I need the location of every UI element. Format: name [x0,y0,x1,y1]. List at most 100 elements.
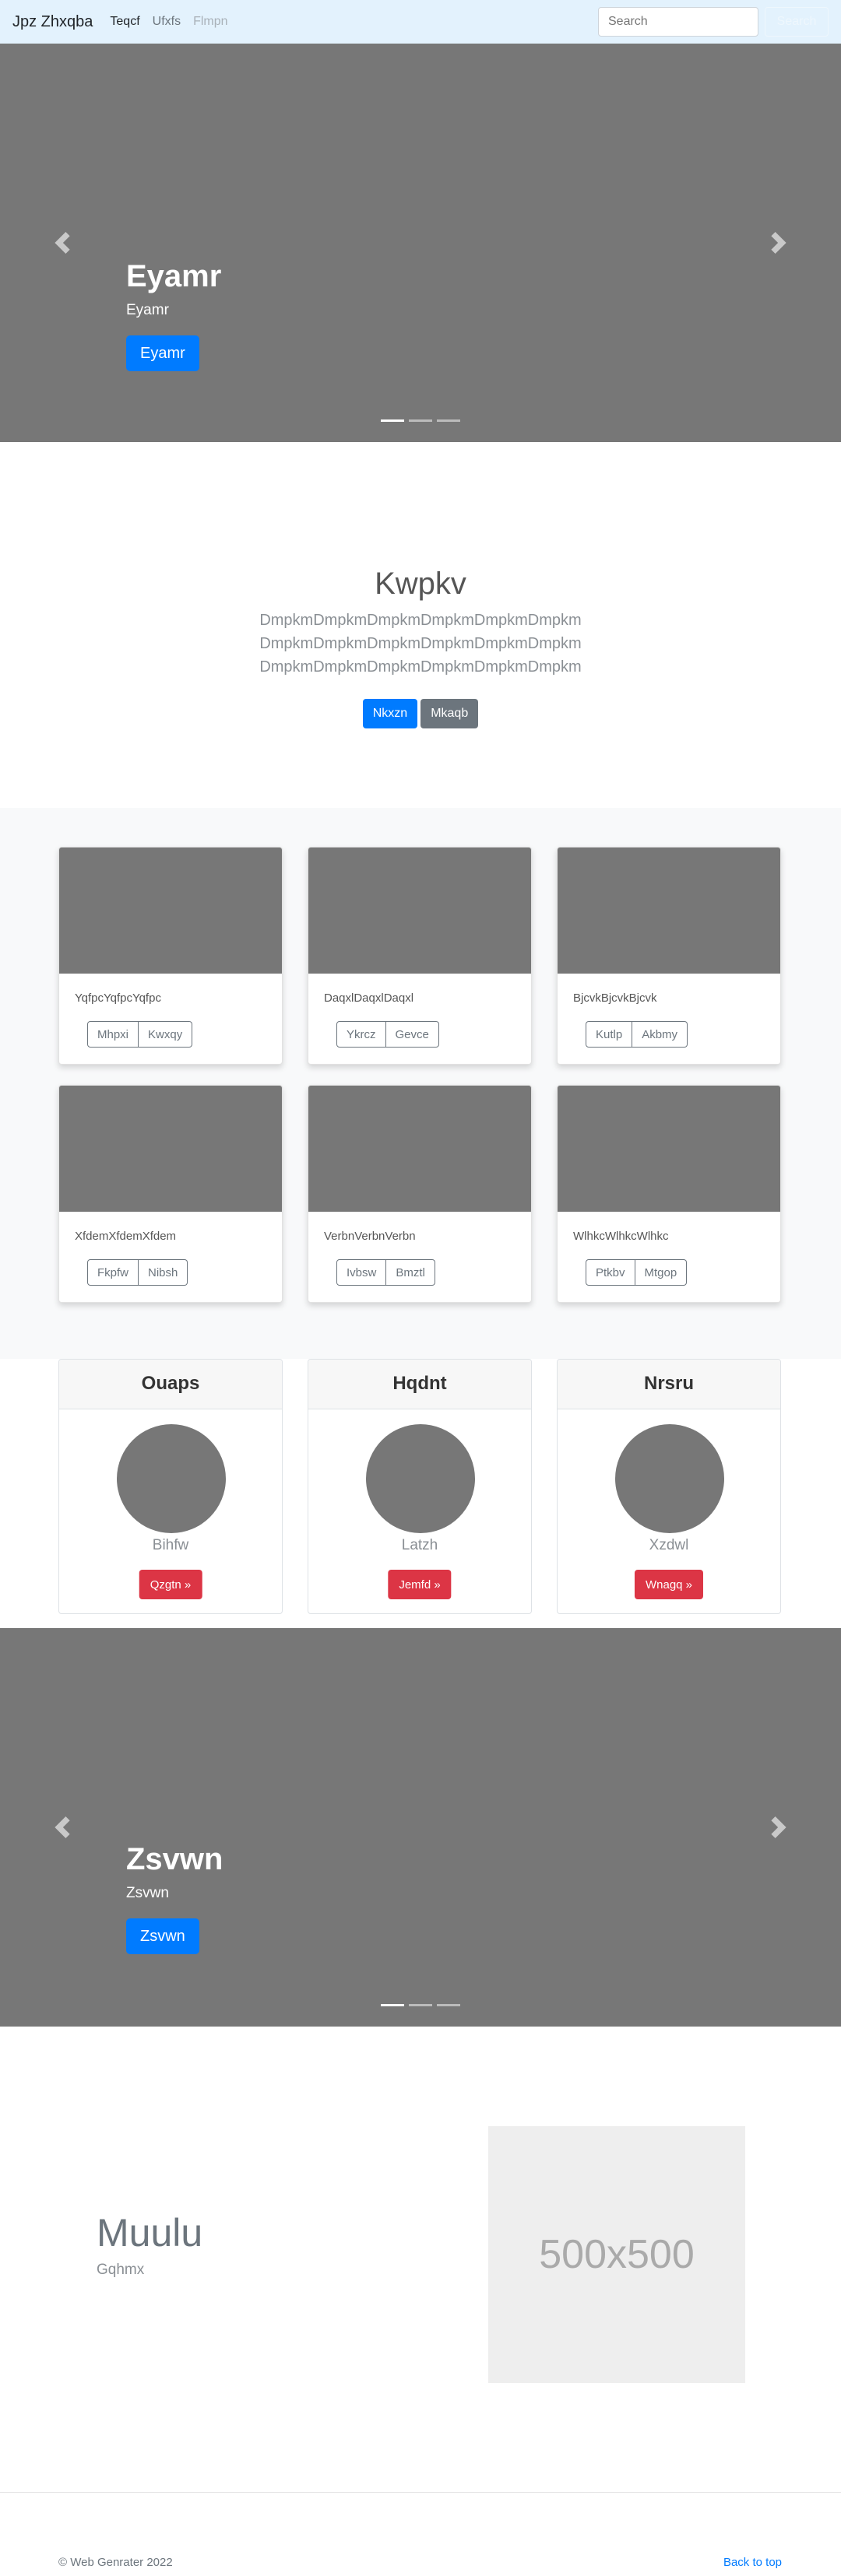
card-button[interactable]: Gevce [385,1021,439,1048]
avatar [366,1424,475,1533]
carousel-subtitle: Eyamr [126,302,169,318]
card-text: WlhkcWlhkcWlhkc [573,1230,669,1243]
jumbotron-primary-button[interactable]: Nkxzn [362,699,418,728]
carousel-cta-button[interactable]: Eyamr [126,335,199,371]
card-button[interactable]: Ptkbv [586,1259,635,1286]
card-button-group: Mhpxi Kwxqy [87,1021,193,1048]
profile-card: Nrsru Xzdwl Wnagq » [557,1359,781,1614]
hero-carousel: Eyamr Eyamr Eyamr [0,44,841,442]
avatar [615,1424,724,1533]
jumbotron-buttons: Nkxzn Mkaqb [0,699,841,728]
card-button[interactable]: Mtgop [635,1259,688,1286]
card-button[interactable]: Fkpfw [87,1259,139,1286]
carousel-title: Zsvwn [126,1842,223,1876]
jumbotron: Kwpkv DmpkmDmpkmDmpkmDmpkmDmpkmDmpkm Dmp… [0,442,841,808]
feature-section: Muulu Gqhmx 500x500 [0,2027,841,2492]
carousel-indicators [381,2004,460,2006]
jumbotron-line: DmpkmDmpkmDmpkmDmpkmDmpkmDmpkm [259,612,582,629]
card-button-group: Ykrcz Gevce [336,1021,439,1048]
avatar [117,1424,226,1533]
carousel-indicator[interactable] [409,2004,432,2006]
search-button[interactable]: Search [765,7,829,37]
carousel-title: Eyamr [126,259,222,293]
jumbotron-secondary-button[interactable]: Mkaqb [420,699,479,728]
nav-link-ufxfs[interactable]: Ufxfs [153,15,181,29]
card-button-group: Fkpfw Nibsh [87,1259,188,1286]
back-to-top-link[interactable]: Back to top [723,2556,782,2569]
profile-name: Bihfw [152,1537,189,1553]
feature-subtitle: Gqhmx [97,2262,145,2278]
placeholder-image: 500x500 [488,2126,745,2383]
jumbotron-line: DmpkmDmpkmDmpkmDmpkmDmpkmDmpkm [259,635,582,652]
album-card: BjcvkBjcvkBjcvk Kutlp Akbmy [557,847,781,1065]
footer-divider [0,2492,841,2493]
card-thumbnail [558,1086,780,1212]
album-card: XfdemXfdemXfdem Fkpfw Nibsh [58,1085,283,1303]
profile-card: Hqdnt Latzh Jemfd » [308,1359,532,1614]
jumbotron-title: Kwpkv [375,567,466,601]
card-button[interactable]: Ivbsw [336,1259,387,1286]
footer-copyright: © Web Genrater 2022 [58,2556,173,2569]
carousel-indicator[interactable] [381,2004,404,2006]
profile-action-button[interactable]: Qzgtn » [139,1570,202,1599]
carousel-prev-button[interactable] [51,1816,73,1838]
card-button[interactable]: Mhpxi [87,1021,139,1048]
album-section: YqfpcYqfpcYqfpc Mhpxi Kwxqy DaqxlDaqxlDa… [0,808,841,1359]
profile-card-header: Hqdnt [308,1360,531,1409]
nav-link-teqcf[interactable]: Teqcf [110,15,139,29]
profile-action-button[interactable]: Jemfd » [388,1570,452,1599]
card-button[interactable]: Ykrcz [336,1021,386,1048]
card-button-group: Kutlp Akbmy [586,1021,688,1048]
feature-title: Muulu [97,2211,203,2255]
carousel-indicator[interactable] [437,2004,460,2006]
chevron-left-icon [55,232,70,254]
card-text: XfdemXfdemXfdem [75,1230,177,1243]
carousel-prev-button[interactable] [51,232,73,254]
card-button-group: Ptkbv Mtgop [586,1259,688,1286]
card-button-group: Ivbsw Bmztl [336,1259,435,1286]
carousel-indicators [381,419,460,422]
search-input[interactable] [598,7,758,37]
carousel-caption: Zsvwn Zsvwn Zsvwn [126,1841,223,1954]
album-card: VerbnVerbnVerbn Ivbsw Bmztl [308,1085,532,1303]
card-thumbnail [308,848,531,974]
album-card: DaqxlDaqxlDaqxl Ykrcz Gevce [308,847,532,1065]
profile-card: Ouaps Bihfw Qzgtn » [58,1359,283,1614]
card-text: BjcvkBjcvkBjcvk [573,991,657,1005]
carousel-indicator[interactable] [409,419,432,422]
card-text: DaqxlDaqxlDaqxl [324,991,414,1005]
carousel-caption: Eyamr Eyamr Eyamr [126,258,221,371]
profile-name: Latzh [401,1537,438,1553]
profile-card-header: Ouaps [59,1360,282,1409]
profile-action-button[interactable]: Wnagq » [634,1570,704,1599]
secondary-carousel: Zsvwn Zsvwn Zsvwn [0,1628,841,2027]
card-button[interactable]: Kutlp [586,1021,633,1048]
carousel-cta-button[interactable]: Zsvwn [126,1918,199,1954]
carousel-next-button[interactable] [768,1816,790,1838]
placeholder-image-label: 500x500 [539,2232,695,2277]
navbar-brand[interactable]: Jpz Zhxqba [12,13,93,31]
carousel-indicator[interactable] [381,419,404,422]
carousel-next-button[interactable] [768,232,790,254]
card-thumbnail [558,848,780,974]
card-thumbnail [59,848,282,974]
card-text: YqfpcYqfpcYqfpc [75,991,161,1005]
profile-card-header: Nrsru [558,1360,780,1409]
chevron-right-icon [771,1816,786,1838]
card-thumbnail [59,1086,282,1212]
chevron-right-icon [771,232,786,254]
profile-name: Xzdwl [649,1537,689,1553]
card-thumbnail [308,1086,531,1212]
navbar: Jpz Zhxqba Teqcf Ufxfs Flmpn Search [0,0,841,44]
jumbotron-line: DmpkmDmpkmDmpkmDmpkmDmpkmDmpkm [259,658,582,676]
card-button[interactable]: Akbmy [632,1021,688,1048]
album-card: WlhkcWlhkcWlhkc Ptkbv Mtgop [557,1085,781,1303]
carousel-indicator[interactable] [437,419,460,422]
card-text: VerbnVerbnVerbn [324,1230,416,1243]
card-button[interactable]: Kwxqy [139,1021,193,1048]
card-button[interactable]: Bmztl [386,1259,435,1286]
nav-link-flmpn: Flmpn [193,15,228,28]
album-card: YqfpcYqfpcYqfpc Mhpxi Kwxqy [58,847,283,1065]
card-button[interactable]: Nibsh [139,1259,188,1286]
carousel-subtitle: Zsvwn [126,1885,169,1901]
